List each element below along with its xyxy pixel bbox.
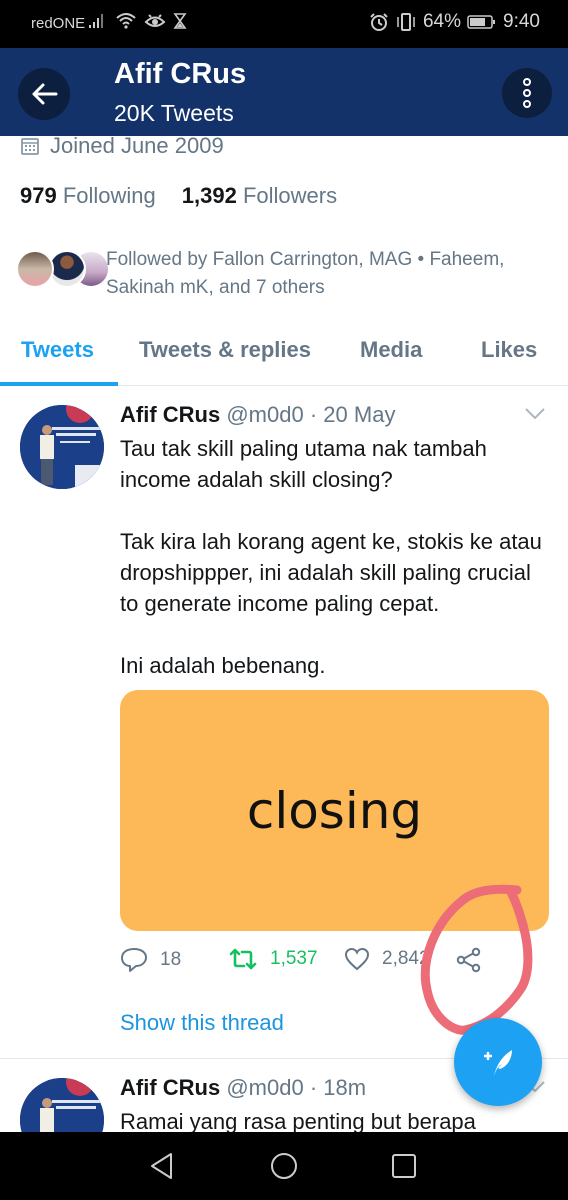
more-vertical-icon — [523, 78, 531, 86]
more-dot — [523, 100, 531, 108]
signal-icon — [88, 13, 108, 29]
follow-stats: 979 Following 1,392 Followers — [20, 183, 337, 209]
tab-tweets-replies[interactable]: Tweets & replies — [139, 337, 311, 363]
battery-percent: 64% — [422, 11, 462, 32]
follower-avatar — [16, 250, 54, 288]
active-tab-indicator — [0, 382, 118, 386]
tweet-count: 20K Tweets — [114, 100, 234, 126]
eye-icon — [144, 12, 166, 30]
chevron-down-icon — [525, 408, 545, 420]
wifi-icon — [115, 12, 137, 30]
tweet-time[interactable]: 18m — [323, 1075, 366, 1100]
reply-icon — [121, 948, 147, 972]
joined-date: Joined June 2009 — [20, 133, 224, 159]
following-link[interactable]: 979 Following — [20, 183, 156, 209]
nav-recents-icon — [392, 1154, 416, 1178]
retweet-button[interactable]: 1,537 — [228, 947, 318, 971]
more-dot — [523, 89, 531, 97]
arrow-left-icon — [32, 83, 58, 105]
retweet-icon — [229, 948, 257, 970]
tweet-header: Afif CRus @m0d0 · 20 May — [120, 402, 395, 428]
followers-count: 1,392 — [181, 183, 237, 208]
vibrate-icon — [395, 12, 417, 32]
back-button[interactable] — [18, 68, 70, 120]
nav-back-button[interactable] — [146, 1150, 178, 1182]
system-nav-bar — [0, 1132, 568, 1200]
battery-icon — [467, 14, 497, 30]
tweet-author-name[interactable]: Afif CRus — [120, 1075, 220, 1100]
nav-home-button[interactable] — [268, 1150, 300, 1182]
tweet-author-name[interactable]: Afif CRus — [120, 402, 220, 427]
carrier-name: redONE — [31, 15, 86, 32]
tweet-text: Tau tak skill paling utama nak tambah in… — [120, 436, 542, 678]
share-icon — [456, 947, 481, 973]
like-count: 2,842 — [382, 948, 430, 969]
reply-count: 18 — [160, 949, 182, 970]
avatar[interactable] — [20, 405, 104, 489]
followed-by-text[interactable]: Followed by Fallon Carrington, MAG • Fah… — [106, 246, 546, 302]
like-button[interactable]: 2,842 — [344, 947, 430, 971]
followed-by-avatars[interactable] — [16, 244, 110, 292]
show-thread-link[interactable]: Show this thread — [120, 1010, 284, 1036]
separator: · — [309, 402, 318, 427]
tweet-handle[interactable]: @m0d0 — [226, 1075, 303, 1100]
hourglass-icon — [173, 12, 187, 30]
nav-back-icon — [151, 1153, 172, 1179]
calendar-icon — [21, 138, 39, 155]
nav-home-icon — [271, 1153, 297, 1179]
tweet-time[interactable]: 20 May — [323, 402, 395, 427]
tweet-actions: 18 1,537 2,842 — [120, 947, 550, 981]
tweet-menu-button[interactable] — [524, 407, 546, 426]
followers-link[interactable]: 1,392 Followers — [182, 183, 337, 209]
tab-media[interactable]: Media — [360, 337, 422, 363]
retweet-count: 1,537 — [270, 948, 318, 969]
media-image-text: closing — [246, 781, 423, 840]
heart-icon — [344, 947, 370, 971]
alarm-icon — [369, 12, 389, 32]
status-bar: redONE 64% 9:40 — [0, 0, 568, 48]
following-count: 979 — [20, 183, 57, 208]
share-button[interactable] — [456, 947, 482, 973]
separator: · — [309, 1075, 318, 1100]
clock: 9:40 — [503, 11, 540, 32]
tweet-media-image[interactable]: closing — [120, 690, 549, 931]
following-label: Following — [62, 183, 156, 208]
tab-likes[interactable]: Likes — [481, 337, 537, 363]
profile-name: Afif CRus — [114, 58, 247, 90]
profile-header: Afif CRus 20K Tweets — [0, 48, 568, 136]
profile-tabs: Tweets Tweets & replies Media Likes — [0, 320, 568, 386]
tweet-text: Ramai yang rasa penting but berapa — [120, 1109, 476, 1132]
more-options-button[interactable] — [502, 68, 552, 118]
compose-tweet-button[interactable] — [454, 1018, 542, 1106]
tab-tweets[interactable]: Tweets — [21, 337, 94, 363]
nav-recents-button[interactable] — [388, 1150, 420, 1182]
avatar[interactable] — [20, 1078, 104, 1132]
tweet[interactable]: Afif CRus @m0d0 · 20 May Tau tak skill p… — [0, 387, 568, 1059]
joined-text: Joined June 2009 — [50, 133, 224, 158]
reply-button[interactable]: 18 — [120, 947, 181, 973]
tweet-header: Afif CRus @m0d0 · 18m — [120, 1075, 366, 1101]
compose-tweet-icon — [484, 1050, 512, 1076]
followers-label: Followers — [242, 183, 338, 208]
tweet-handle[interactable]: @m0d0 — [226, 402, 303, 427]
